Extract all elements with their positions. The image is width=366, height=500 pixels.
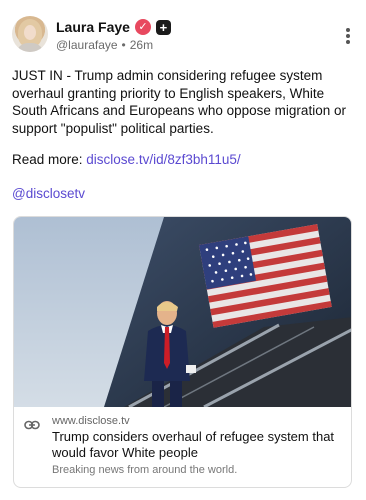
author-handle[interactable]: @laurafaye xyxy=(56,38,118,52)
readmore-link[interactable]: disclose.tv/id/8zf3bh11u5/ xyxy=(86,152,240,167)
link-domain: www.disclose.tv xyxy=(52,415,130,427)
mention-link[interactable]: @disclosetv xyxy=(12,185,85,203)
link-preview-meta: www.disclose.tv Trump considers overhaul… xyxy=(14,407,351,487)
link-preview-card[interactable]: www.disclose.tv Trump considers overhaul… xyxy=(13,216,352,488)
link-title[interactable]: Trump considers overhaul of refugee syst… xyxy=(52,429,342,461)
avatar[interactable] xyxy=(12,16,48,52)
author-name[interactable]: Laura Faye xyxy=(56,19,130,35)
post-body: JUST IN - Trump admin considering refuge… xyxy=(12,68,346,136)
post-header: Laura Faye ✓ + @laurafaye • 26m xyxy=(12,16,352,56)
link-preview-image[interactable] xyxy=(14,217,351,407)
plus-icon[interactable]: + xyxy=(155,19,171,35)
meta-separator: • xyxy=(121,38,126,52)
readmore-line: Read more: disclose.tv/id/8zf3bh11u5/ xyxy=(12,151,241,169)
author-meta: @laurafaye • 26m xyxy=(56,38,153,52)
post-text: JUST IN - Trump admin considering refuge… xyxy=(12,67,354,137)
readmore-label: Read more: xyxy=(12,152,87,167)
link-icon xyxy=(24,420,40,430)
more-options-icon[interactable] xyxy=(344,28,352,44)
post-timestamp: 26m xyxy=(129,38,154,52)
link-description: Breaking news from around the world. xyxy=(52,464,238,476)
verified-badge-icon: ✓ xyxy=(134,19,151,35)
post: Laura Faye ✓ + @laurafaye • 26m JUST IN … xyxy=(0,0,366,500)
author-row: Laura Faye ✓ + xyxy=(56,19,171,35)
